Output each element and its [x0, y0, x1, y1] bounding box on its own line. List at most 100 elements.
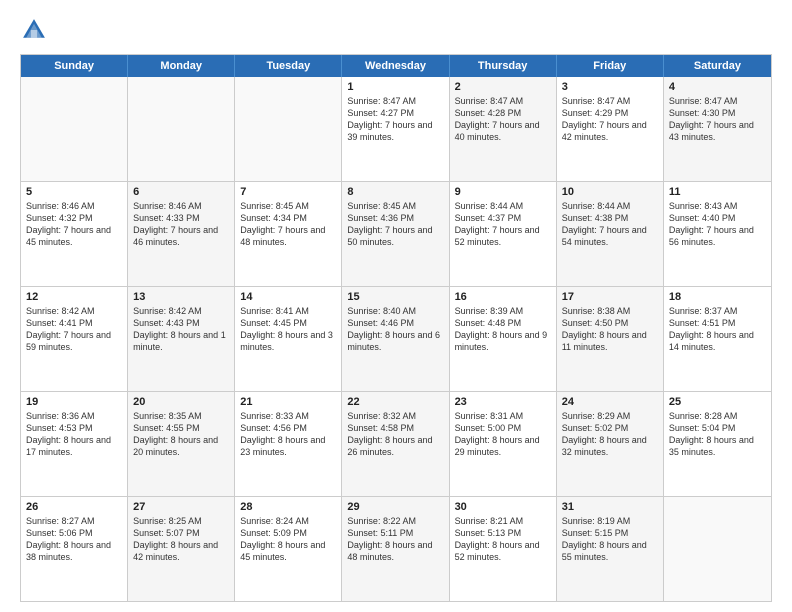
daylight-text: Daylight: 8 hours and 6 minutes.	[347, 329, 443, 353]
day-number: 12	[26, 291, 122, 303]
day-number: 31	[562, 501, 658, 513]
calendar-body: 1Sunrise: 8:47 AMSunset: 4:27 PMDaylight…	[21, 77, 771, 601]
calendar-header-row: SundayMondayTuesdayWednesdayThursdayFrid…	[21, 55, 771, 77]
daylight-text: Daylight: 8 hours and 35 minutes.	[669, 434, 766, 458]
sunset-text: Sunset: 4:36 PM	[347, 212, 443, 224]
day-number: 2	[455, 81, 551, 93]
sunset-text: Sunset: 4:28 PM	[455, 107, 551, 119]
sunrise-text: Sunrise: 8:40 AM	[347, 305, 443, 317]
sunrise-text: Sunrise: 8:35 AM	[133, 410, 229, 422]
day-cell-2: 2Sunrise: 8:47 AMSunset: 4:28 PMDaylight…	[450, 77, 557, 181]
daylight-text: Daylight: 7 hours and 54 minutes.	[562, 224, 658, 248]
header-cell-saturday: Saturday	[664, 55, 771, 77]
daylight-text: Daylight: 7 hours and 46 minutes.	[133, 224, 229, 248]
week-row-3: 12Sunrise: 8:42 AMSunset: 4:41 PMDayligh…	[21, 287, 771, 392]
logo	[20, 16, 52, 44]
header-cell-friday: Friday	[557, 55, 664, 77]
daylight-text: Daylight: 8 hours and 42 minutes.	[133, 539, 229, 563]
day-number: 17	[562, 291, 658, 303]
week-row-1: 1Sunrise: 8:47 AMSunset: 4:27 PMDaylight…	[21, 77, 771, 182]
sunset-text: Sunset: 4:53 PM	[26, 422, 122, 434]
daylight-text: Daylight: 7 hours and 50 minutes.	[347, 224, 443, 248]
header-cell-wednesday: Wednesday	[342, 55, 449, 77]
day-number: 29	[347, 501, 443, 513]
daylight-text: Daylight: 8 hours and 17 minutes.	[26, 434, 122, 458]
day-cell-9: 9Sunrise: 8:44 AMSunset: 4:37 PMDaylight…	[450, 182, 557, 286]
day-cell-26: 26Sunrise: 8:27 AMSunset: 5:06 PMDayligh…	[21, 497, 128, 601]
sunset-text: Sunset: 4:56 PM	[240, 422, 336, 434]
sunset-text: Sunset: 5:11 PM	[347, 527, 443, 539]
daylight-text: Daylight: 8 hours and 3 minutes.	[240, 329, 336, 353]
sunset-text: Sunset: 5:07 PM	[133, 527, 229, 539]
daylight-text: Daylight: 8 hours and 11 minutes.	[562, 329, 658, 353]
sunset-text: Sunset: 5:09 PM	[240, 527, 336, 539]
day-cell-30: 30Sunrise: 8:21 AMSunset: 5:13 PMDayligh…	[450, 497, 557, 601]
day-number: 27	[133, 501, 229, 513]
sunset-text: Sunset: 4:55 PM	[133, 422, 229, 434]
sunrise-text: Sunrise: 8:44 AM	[562, 200, 658, 212]
day-number: 6	[133, 186, 229, 198]
day-number: 24	[562, 396, 658, 408]
header-cell-thursday: Thursday	[450, 55, 557, 77]
day-number: 26	[26, 501, 122, 513]
sunset-text: Sunset: 5:00 PM	[455, 422, 551, 434]
empty-cell	[235, 77, 342, 181]
sunset-text: Sunset: 4:58 PM	[347, 422, 443, 434]
day-cell-29: 29Sunrise: 8:22 AMSunset: 5:11 PMDayligh…	[342, 497, 449, 601]
empty-cell	[128, 77, 235, 181]
sunset-text: Sunset: 4:40 PM	[669, 212, 766, 224]
day-number: 19	[26, 396, 122, 408]
sunrise-text: Sunrise: 8:47 AM	[347, 95, 443, 107]
empty-cell	[21, 77, 128, 181]
sunset-text: Sunset: 4:30 PM	[669, 107, 766, 119]
sunrise-text: Sunrise: 8:47 AM	[562, 95, 658, 107]
day-cell-12: 12Sunrise: 8:42 AMSunset: 4:41 PMDayligh…	[21, 287, 128, 391]
daylight-text: Daylight: 8 hours and 14 minutes.	[669, 329, 766, 353]
daylight-text: Daylight: 7 hours and 59 minutes.	[26, 329, 122, 353]
sunrise-text: Sunrise: 8:46 AM	[26, 200, 122, 212]
day-cell-24: 24Sunrise: 8:29 AMSunset: 5:02 PMDayligh…	[557, 392, 664, 496]
daylight-text: Daylight: 8 hours and 32 minutes.	[562, 434, 658, 458]
daylight-text: Daylight: 7 hours and 43 minutes.	[669, 119, 766, 143]
sunrise-text: Sunrise: 8:39 AM	[455, 305, 551, 317]
day-cell-15: 15Sunrise: 8:40 AMSunset: 4:46 PMDayligh…	[342, 287, 449, 391]
day-cell-7: 7Sunrise: 8:45 AMSunset: 4:34 PMDaylight…	[235, 182, 342, 286]
page: SundayMondayTuesdayWednesdayThursdayFrid…	[0, 0, 792, 612]
sunset-text: Sunset: 5:06 PM	[26, 527, 122, 539]
sunset-text: Sunset: 5:13 PM	[455, 527, 551, 539]
day-cell-4: 4Sunrise: 8:47 AMSunset: 4:30 PMDaylight…	[664, 77, 771, 181]
daylight-text: Daylight: 8 hours and 29 minutes.	[455, 434, 551, 458]
day-number: 15	[347, 291, 443, 303]
sunrise-text: Sunrise: 8:21 AM	[455, 515, 551, 527]
sunset-text: Sunset: 5:02 PM	[562, 422, 658, 434]
sunset-text: Sunset: 4:29 PM	[562, 107, 658, 119]
day-cell-22: 22Sunrise: 8:32 AMSunset: 4:58 PMDayligh…	[342, 392, 449, 496]
day-cell-28: 28Sunrise: 8:24 AMSunset: 5:09 PMDayligh…	[235, 497, 342, 601]
sunset-text: Sunset: 4:41 PM	[26, 317, 122, 329]
sunrise-text: Sunrise: 8:25 AM	[133, 515, 229, 527]
day-number: 21	[240, 396, 336, 408]
sunrise-text: Sunrise: 8:43 AM	[669, 200, 766, 212]
sunrise-text: Sunrise: 8:47 AM	[455, 95, 551, 107]
sunset-text: Sunset: 4:32 PM	[26, 212, 122, 224]
day-cell-16: 16Sunrise: 8:39 AMSunset: 4:48 PMDayligh…	[450, 287, 557, 391]
sunrise-text: Sunrise: 8:27 AM	[26, 515, 122, 527]
sunrise-text: Sunrise: 8:46 AM	[133, 200, 229, 212]
day-cell-17: 17Sunrise: 8:38 AMSunset: 4:50 PMDayligh…	[557, 287, 664, 391]
header-cell-monday: Monday	[128, 55, 235, 77]
day-cell-10: 10Sunrise: 8:44 AMSunset: 4:38 PMDayligh…	[557, 182, 664, 286]
sunrise-text: Sunrise: 8:42 AM	[133, 305, 229, 317]
sunrise-text: Sunrise: 8:24 AM	[240, 515, 336, 527]
sunrise-text: Sunrise: 8:45 AM	[240, 200, 336, 212]
header	[20, 16, 772, 44]
day-number: 28	[240, 501, 336, 513]
day-number: 13	[133, 291, 229, 303]
day-number: 8	[347, 186, 443, 198]
logo-icon	[20, 16, 48, 44]
week-row-2: 5Sunrise: 8:46 AMSunset: 4:32 PMDaylight…	[21, 182, 771, 287]
day-number: 30	[455, 501, 551, 513]
sunset-text: Sunset: 4:37 PM	[455, 212, 551, 224]
day-number: 5	[26, 186, 122, 198]
sunrise-text: Sunrise: 8:31 AM	[455, 410, 551, 422]
sunrise-text: Sunrise: 8:45 AM	[347, 200, 443, 212]
